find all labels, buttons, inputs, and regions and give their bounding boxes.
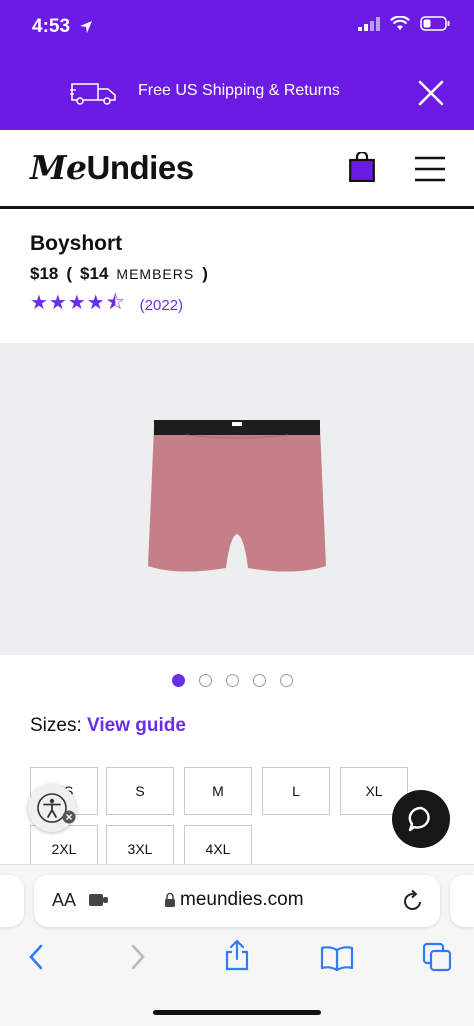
members-label: MEMBERS xyxy=(116,266,195,282)
next-tab-pill[interactable] xyxy=(450,875,474,927)
size-label: XL xyxy=(365,783,383,799)
carousel-dot[interactable] xyxy=(280,674,293,687)
share-icon[interactable] xyxy=(224,939,250,971)
product-image[interactable] xyxy=(0,343,474,655)
sizes-label: Sizes: xyxy=(30,715,82,736)
price: $18 xyxy=(30,264,59,283)
dismiss-icon[interactable] xyxy=(62,810,76,824)
rating-row[interactable]: ★★★★⯪ (2022) xyxy=(30,288,183,322)
delivery-truck-icon xyxy=(70,83,116,105)
hamburger-menu-icon[interactable] xyxy=(414,156,446,182)
sizes-heading: Sizes: View guide xyxy=(30,715,186,737)
review-count[interactable]: (2022) xyxy=(140,297,183,314)
text-size-button[interactable]: AA xyxy=(52,890,76,911)
size-label: M xyxy=(212,783,224,799)
browser-toolbar: AA meundies.com xyxy=(0,864,474,1026)
meundies-logo[interactable]: MeUndies xyxy=(30,148,194,187)
extension-icon[interactable] xyxy=(88,891,110,909)
carousel-dot[interactable] xyxy=(226,674,239,687)
previous-tab-pill[interactable] xyxy=(0,875,24,927)
close-icon[interactable] xyxy=(418,80,444,106)
shipping-promo: Free US Shipping & Returns xyxy=(0,72,474,112)
view-guide-link[interactable]: View guide xyxy=(87,715,186,736)
reload-icon[interactable] xyxy=(402,889,424,913)
chat-bubble-icon xyxy=(408,806,430,832)
size-label: 2XL xyxy=(51,841,77,857)
size-option-s[interactable]: S xyxy=(106,767,174,815)
logo-undies: Undies xyxy=(86,149,195,186)
size-option-m[interactable]: M xyxy=(184,767,252,815)
wifi-icon xyxy=(390,16,410,30)
star-rating-icon: ★★★★⯪ xyxy=(30,292,126,314)
site-header: MeUndies xyxy=(0,130,474,209)
back-icon[interactable] xyxy=(26,943,46,971)
address-bar[interactable]: AA meundies.com xyxy=(34,875,440,927)
status-time: 4:53 xyxy=(32,16,93,38)
shopping-bag-icon[interactable] xyxy=(349,152,375,182)
size-label: S xyxy=(135,783,145,799)
location-arrow-icon xyxy=(80,20,93,33)
accessibility-button[interactable] xyxy=(28,784,76,832)
status-icons xyxy=(358,16,450,31)
close-paren: ) xyxy=(202,264,208,283)
promo-banner: 4:53 Free US Shipping & Returns xyxy=(0,0,474,130)
url-display[interactable]: meundies.com xyxy=(164,889,304,911)
chat-button[interactable] xyxy=(392,790,450,848)
cellular-signal-icon xyxy=(358,16,380,31)
logo-me: Me xyxy=(30,148,87,187)
bookmarks-icon[interactable] xyxy=(320,945,354,971)
carousel-dot[interactable] xyxy=(253,674,266,687)
size-option-l[interactable]: L xyxy=(262,767,330,815)
size-label: 4XL xyxy=(205,841,231,857)
size-label: 3XL xyxy=(127,841,153,857)
tabs-icon[interactable] xyxy=(422,942,452,972)
forward-icon[interactable] xyxy=(128,943,148,971)
open-paren: ( xyxy=(66,264,73,283)
carousel-dot[interactable] xyxy=(172,674,185,687)
product-title: Boyshort xyxy=(30,232,123,255)
carousel-dot[interactable] xyxy=(199,674,212,687)
promo-text: Free US Shipping & Returns xyxy=(138,82,340,99)
size-label: L xyxy=(292,783,300,799)
price-row: $18 ( $14 MEMBERS ) xyxy=(30,264,208,284)
carousel-dots xyxy=(172,674,293,687)
home-indicator xyxy=(153,1010,321,1015)
boyshort-image xyxy=(148,420,326,572)
member-price: $14 xyxy=(80,264,109,283)
battery-icon xyxy=(420,16,450,31)
url-text: meundies.com xyxy=(180,889,304,910)
lock-icon xyxy=(165,892,175,907)
time-text: 4:53 xyxy=(32,16,71,37)
